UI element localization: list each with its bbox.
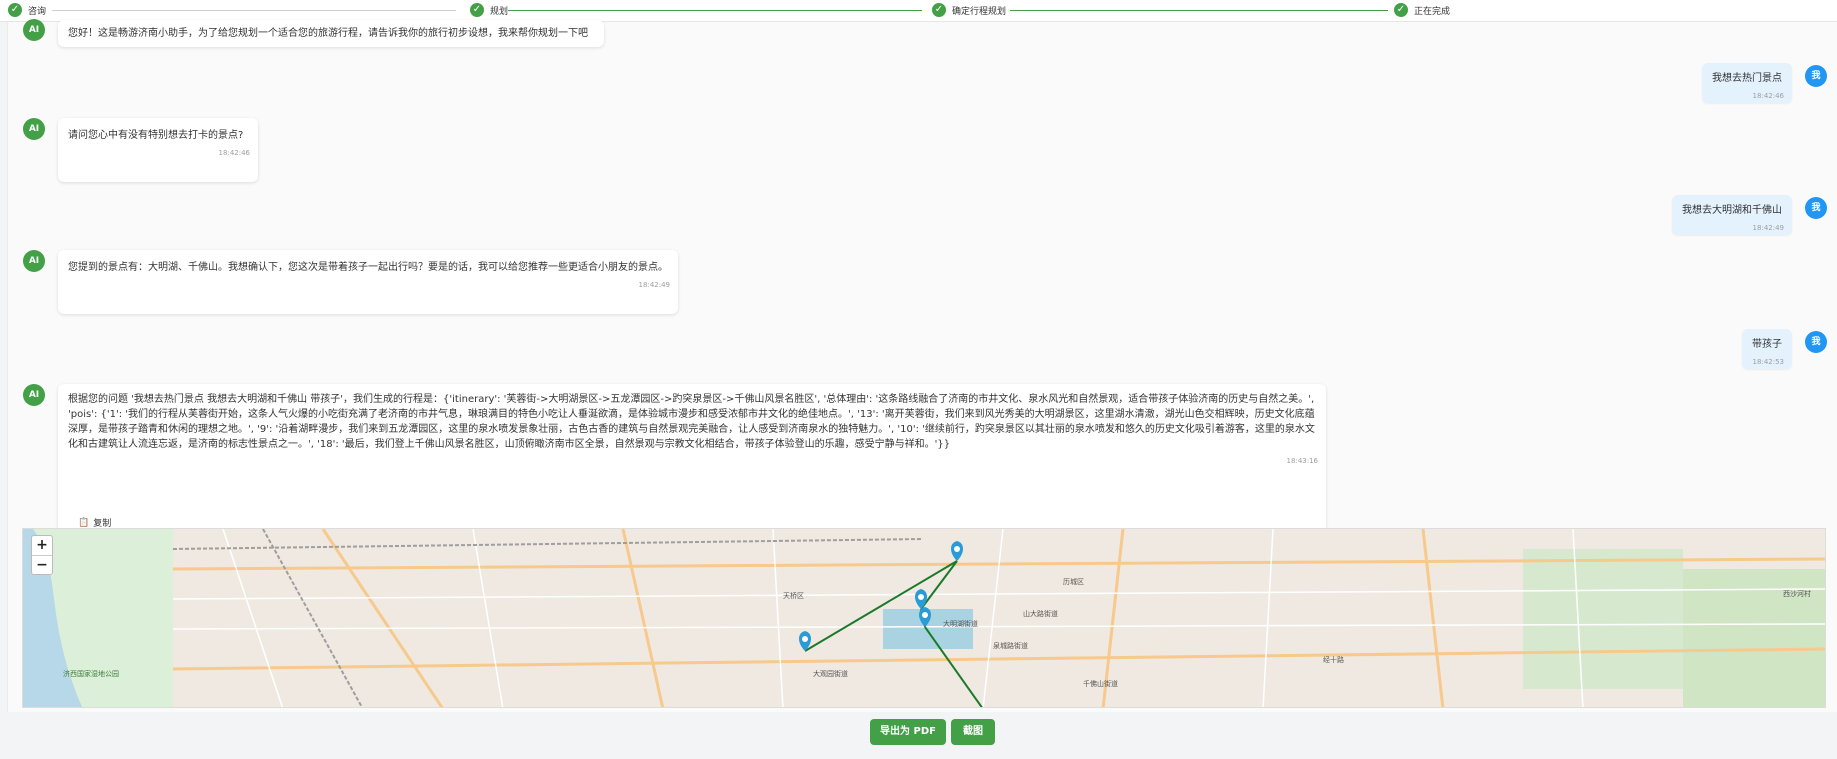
step-confirm: ✓ 确定行程规划: [932, 3, 1006, 17]
ai-message: 根据您的问题 '我想去热门景点 我想去大明湖和千佛山 带孩子'，我们生成的行程是…: [58, 384, 1326, 538]
user-avatar: 我: [1805, 65, 1827, 87]
poi-marker[interactable]: [915, 589, 927, 609]
user-avatar: 我: [1805, 197, 1827, 219]
message-text: 我想去大明湖和千佛山: [1682, 205, 1782, 216]
map-label: 山大路街道: [1023, 610, 1058, 618]
map-label: 泉城路街道: [993, 642, 1028, 650]
message-time: 18:42:53: [1752, 358, 1784, 366]
check-icon: ✓: [470, 3, 484, 17]
screenshot-button[interactable]: 截图: [951, 719, 995, 745]
step-label: 确定行程规划: [952, 6, 1007, 17]
map-label: 经十路: [1323, 656, 1344, 664]
ai-message: 请问您心中有没有特别想去打卡的景点? 18:42:46: [58, 118, 258, 182]
step-label: 正在完成: [1414, 6, 1451, 17]
step-label: 规划: [490, 6, 509, 17]
map-label: 天桥区: [783, 592, 804, 600]
step-connector: [52, 10, 456, 11]
map-label: 历城区: [1063, 578, 1084, 586]
user-avatar: 我: [1805, 331, 1827, 353]
zoom-out-button[interactable]: −: [32, 555, 52, 574]
route-map[interactable]: 济西国家湿地公园 天桥区 历城区 大明湖街道 泉城路街道 大观园街道 西沙河村 …: [22, 528, 1826, 708]
railway: [172, 529, 924, 707]
check-icon: ✓: [932, 3, 946, 17]
message-text: 根据您的问题 '我想去热门景点 我想去大明湖和千佛山 带孩子'，我们生成的行程是…: [68, 394, 1318, 450]
message-text: 带孩子: [1752, 339, 1782, 350]
user-message: 带孩子 18:42:53: [1742, 329, 1792, 369]
ai-message: 您提到的景点有：大明湖、千佛山。我想确认下，您这次是带着孩子一起出行吗？要是的话…: [58, 250, 678, 314]
message-text: 我想去热门景点: [1712, 73, 1782, 84]
map-label: 济西国家湿地公园: [63, 670, 119, 678]
ai-message: 您好！这是畅游济南小助手，为了给您规划一个适合您的旅游行程，请告诉我你的旅行初步…: [58, 20, 604, 47]
message-text: 您提到的景点有：大明湖、千佛山。我想确认下，您这次是带着孩子一起出行吗？要是的话…: [68, 262, 668, 273]
ai-avatar: AI: [23, 250, 45, 272]
user-message: 我想去热门景点 18:42:46: [1702, 63, 1792, 103]
message-text: 您好！这是畅游济南小助手，为了给您规划一个适合您的旅游行程，请告诉我你的旅行初步…: [68, 28, 588, 39]
progress-steps: ✓ 咨询 ✓ 规划 ✓ 确定行程规划 ✓ 正在完成: [0, 0, 1837, 22]
step-connector: [508, 10, 922, 11]
zoom-control: + −: [31, 535, 53, 575]
clipboard-icon: 📋: [78, 517, 90, 528]
map-label: 西沙河村: [1783, 590, 1811, 598]
hill-area: [1523, 549, 1683, 689]
map-label: 大明湖街道: [943, 620, 978, 628]
message-text: 请问您心中有没有特别想去打卡的景点?: [68, 130, 244, 141]
ai-avatar: AI: [23, 118, 45, 140]
step-connector: [1010, 10, 1388, 11]
check-icon: ✓: [1394, 3, 1408, 17]
map-canvas[interactable]: [23, 529, 1826, 708]
ai-avatar: AI: [23, 19, 45, 41]
user-message: 我想去大明湖和千佛山 18:42:49: [1672, 195, 1792, 235]
step-label: 咨询: [28, 6, 47, 17]
message-time: 18:42:46: [218, 149, 250, 157]
check-icon: ✓: [8, 3, 22, 17]
step-consult: ✓ 咨询: [8, 3, 46, 17]
zoom-in-button[interactable]: +: [32, 536, 52, 555]
export-pdf-button[interactable]: 导出为 PDF: [870, 719, 946, 745]
step-finishing: ✓ 正在完成: [1394, 3, 1450, 17]
poi-marker[interactable]: [951, 541, 963, 561]
map-label: 大观园街道: [813, 670, 848, 678]
message-time: 18:42:49: [1752, 224, 1784, 232]
message-time: 18:43:16: [1286, 457, 1318, 465]
message-time: 18:42:49: [638, 281, 670, 289]
map-label: 千佛山街道: [1083, 680, 1118, 688]
ai-avatar: AI: [23, 384, 45, 406]
step-plan: ✓ 规划: [470, 3, 508, 17]
message-time: 18:42:46: [1752, 92, 1784, 100]
